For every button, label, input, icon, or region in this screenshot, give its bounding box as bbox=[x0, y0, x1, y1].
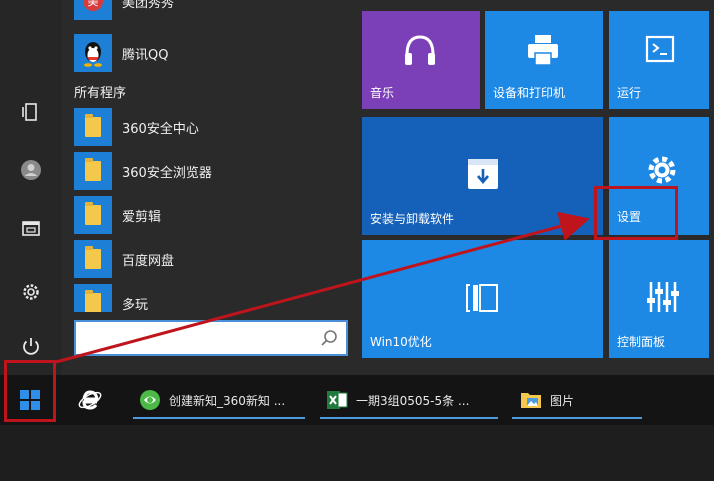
install-box-icon bbox=[468, 159, 498, 189]
excel-icon bbox=[327, 391, 348, 409]
run-command-icon bbox=[645, 35, 675, 63]
tile-run[interactable]: 运行 bbox=[609, 11, 709, 109]
taskbar-app-pictures[interactable]: 图片 bbox=[512, 381, 642, 419]
taskbar-active-indicator bbox=[133, 417, 305, 419]
taskbar-active-indicator bbox=[512, 417, 642, 419]
360-browser-icon bbox=[140, 390, 160, 410]
headphones-icon bbox=[405, 35, 435, 65]
taskbar: 创建新知_360新知 ... 一期3组0505-5条 ... 图片 bbox=[0, 375, 714, 425]
gear-icon bbox=[648, 156, 676, 184]
tile-devices-printers[interactable]: 设备和打印机 bbox=[485, 11, 603, 109]
tile-devices-printers-label: 设备和打印机 bbox=[493, 86, 566, 100]
sliders-icon bbox=[647, 282, 679, 312]
settings-tile-highlight bbox=[594, 186, 678, 240]
tile-win10-optimize-label: Win10优化 bbox=[370, 335, 432, 349]
list-item[interactable]: 爱剪辑 bbox=[74, 196, 344, 234]
list-item[interactable]: 百度网盘 bbox=[74, 240, 344, 278]
settings-gear-icon[interactable] bbox=[11, 272, 51, 312]
tablet-mode-icon[interactable] bbox=[11, 92, 51, 132]
folder-icon bbox=[74, 240, 112, 278]
list-item[interactable]: 多玩 bbox=[74, 284, 344, 312]
folder-icon bbox=[74, 284, 112, 312]
taskbar-active-indicator bbox=[320, 417, 498, 419]
desktop-area bbox=[0, 425, 714, 481]
list-item[interactable]: 360安全浏览器 bbox=[74, 152, 344, 190]
folder-icon bbox=[74, 196, 112, 234]
folder-icon bbox=[74, 108, 112, 146]
tile-win10-optimize[interactable]: Win10优化 bbox=[362, 240, 603, 358]
app-label: 360安全浏览器 bbox=[122, 165, 212, 181]
taskbar-app-ie[interactable] bbox=[72, 381, 108, 419]
tile-music-label: 音乐 bbox=[370, 86, 395, 100]
tile-control-panel-label: 控制面板 bbox=[617, 335, 666, 349]
search-box[interactable] bbox=[74, 320, 348, 356]
app-label: 百度网盘 bbox=[122, 253, 175, 269]
list-item[interactable]: 360安全中心 bbox=[74, 108, 344, 146]
app-label: 360安全中心 bbox=[122, 121, 199, 137]
tile-music[interactable]: 音乐 bbox=[362, 11, 480, 109]
tile-control-panel[interactable]: 控制面板 bbox=[609, 240, 709, 358]
search-input[interactable] bbox=[80, 326, 310, 350]
app-label: 爱剪辑 bbox=[122, 209, 162, 225]
tile-install-uninstall[interactable]: 安装与卸载软件 bbox=[362, 117, 603, 235]
taskbar-app-label: 图片 bbox=[550, 393, 575, 408]
user-avatar-icon[interactable] bbox=[11, 150, 51, 190]
file-explorer-icon[interactable] bbox=[11, 208, 51, 248]
tile-run-label: 运行 bbox=[617, 86, 642, 100]
taskbar-app-excel[interactable]: 一期3组0505-5条 ... bbox=[320, 381, 498, 419]
taskbar-app-label: 一期3组0505-5条 ... bbox=[356, 393, 470, 408]
ie-browser-icon bbox=[78, 390, 102, 410]
tile-install-uninstall-label: 安装与卸载软件 bbox=[370, 212, 455, 226]
start-left-rail bbox=[0, 0, 62, 375]
folder-icon bbox=[74, 152, 112, 190]
app-label: 多玩 bbox=[122, 297, 149, 313]
start-button-highlight bbox=[4, 360, 56, 422]
taskbar-app-label: 创建新知_360新知 ... bbox=[169, 393, 286, 408]
folder-pictures-icon bbox=[521, 393, 541, 408]
program-folder-list: 360安全中心 360安全浏览器 爱剪辑 百度网盘 多玩 bbox=[62, 0, 352, 312]
optimize-icon bbox=[466, 284, 498, 312]
printer-icon bbox=[528, 35, 558, 66]
taskbar-app-360-browser[interactable]: 创建新知_360新知 ... bbox=[133, 381, 305, 419]
search-icon[interactable] bbox=[320, 329, 338, 347]
